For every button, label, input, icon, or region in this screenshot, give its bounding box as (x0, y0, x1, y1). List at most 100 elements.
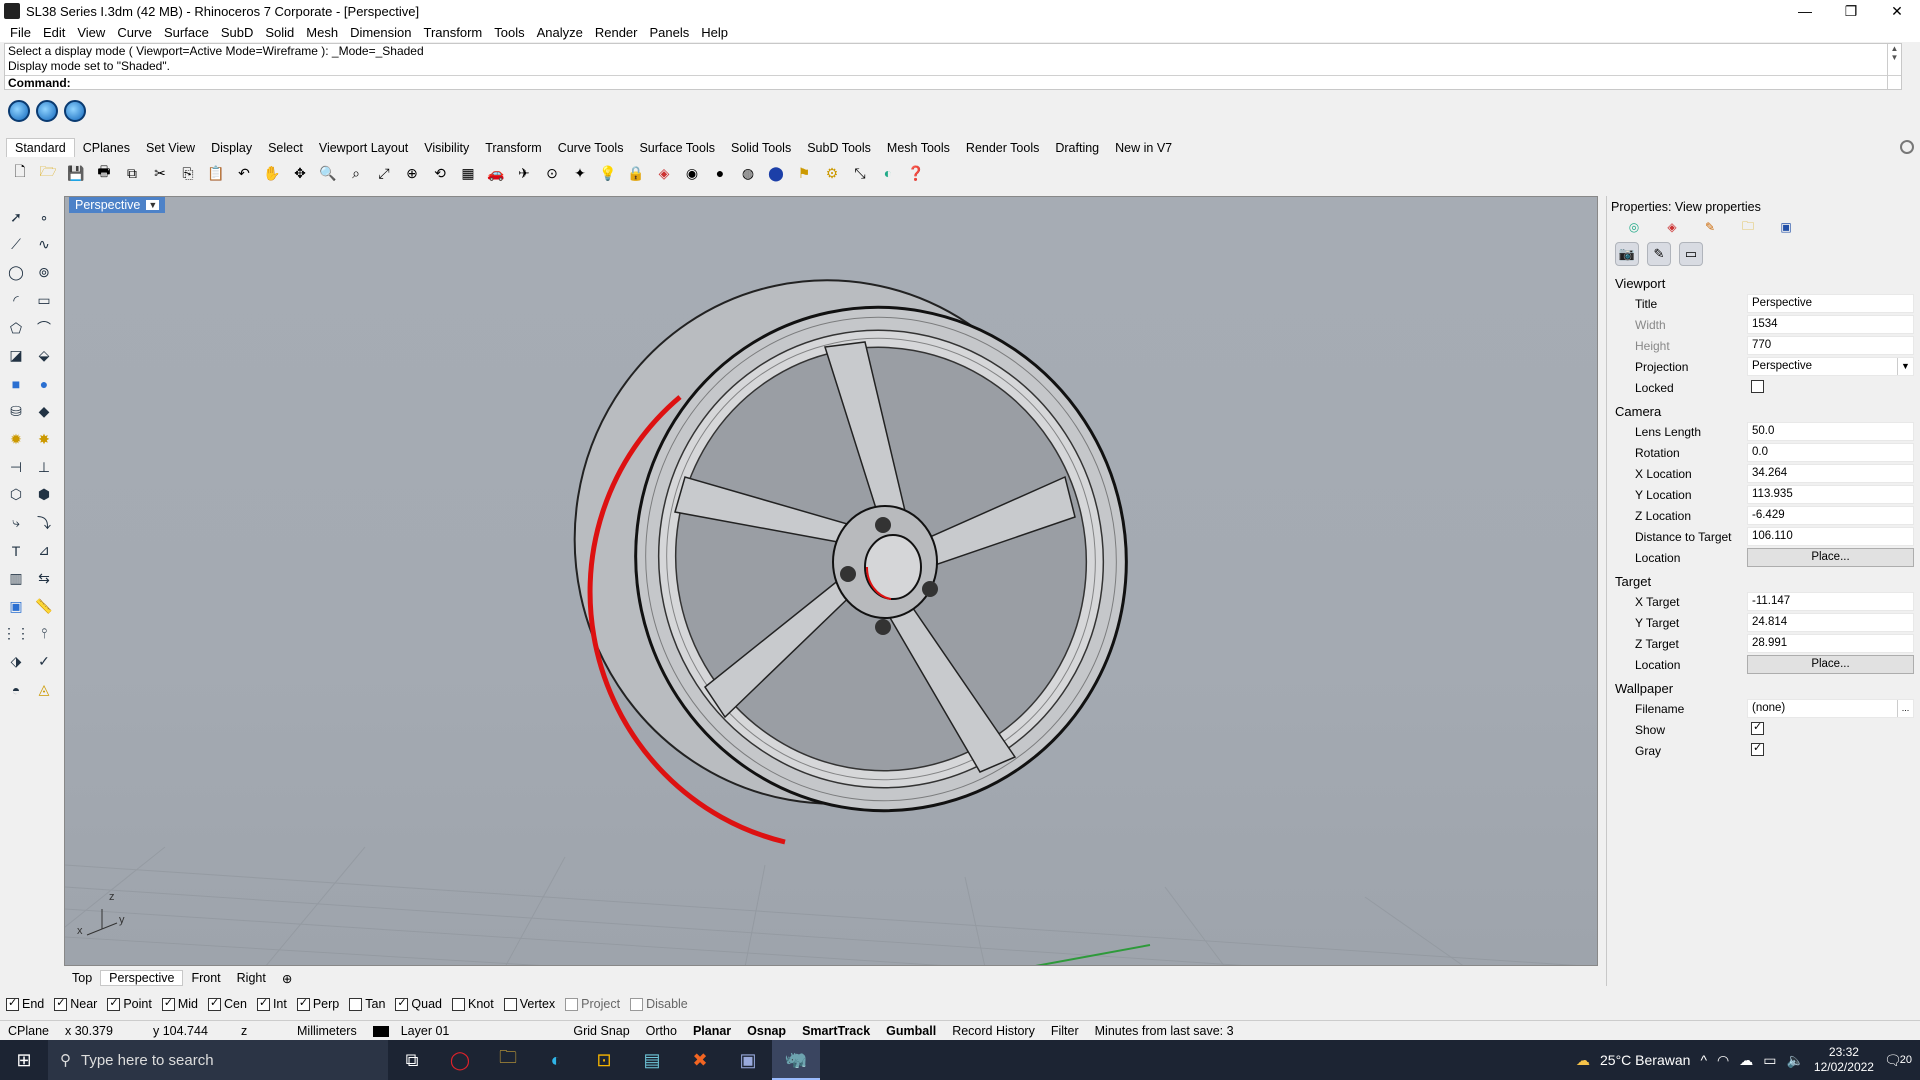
minimize-button[interactable]: — (1782, 0, 1828, 22)
light-icon[interactable]: 💡 (596, 161, 620, 185)
zoom-selected-icon[interactable]: ⊕ (400, 161, 424, 185)
browse-button[interactable]: ... (1897, 700, 1913, 717)
fillet-icon[interactable]: ⤷ (4, 511, 28, 535)
close-button[interactable]: ✕ (1874, 0, 1920, 22)
solid-box-icon[interactable]: ▣ (4, 594, 28, 618)
osnap-checkbox[interactable] (349, 997, 363, 1011)
viewport-tab-front[interactable]: Front (183, 971, 228, 985)
osnap-checkbox[interactable] (503, 997, 517, 1011)
tab-standard[interactable]: Standard (6, 138, 75, 157)
osnap-project[interactable]: Project (565, 997, 620, 1011)
render-settings-icon[interactable]: ✎ (1647, 242, 1671, 266)
zoom-icon[interactable]: 🔍 (316, 161, 340, 185)
ungroup-icon[interactable]: ⬢ (32, 483, 56, 507)
trim-icon[interactable]: ⊣ (4, 455, 28, 479)
point-tool-icon[interactable]: ∘ (32, 205, 56, 229)
osnap-near[interactable]: Near (54, 996, 97, 1011)
pan-hand-icon[interactable]: ✋ (260, 161, 284, 185)
help-icon[interactable]: ❓ (904, 161, 928, 185)
tab-drafting[interactable]: Drafting (1047, 139, 1107, 157)
mesh-icon[interactable]: ◆ (32, 400, 56, 424)
viewport-title-tab[interactable]: Perspective ▼ (69, 197, 166, 213)
task-view-icon[interactable]: ⧉ (388, 1040, 436, 1080)
gumball-toggle[interactable]: Gumball (878, 1024, 944, 1038)
osnap-checkbox[interactable] (107, 996, 121, 1011)
paste-icon[interactable]: 📋 (204, 161, 228, 185)
y-target-field[interactable]: 24.814 (1747, 613, 1914, 632)
osnap-int[interactable]: Int (256, 996, 287, 1011)
refresh-icon[interactable] (8, 100, 30, 122)
chevron-down-icon[interactable]: ▼ (1897, 358, 1913, 375)
xampp-icon[interactable]: ✖ (676, 1040, 724, 1080)
folder-tab-icon[interactable]: 🗀 (1739, 218, 1757, 236)
move-view-icon[interactable]: ✥ (288, 161, 312, 185)
osnap-vertex[interactable]: Vertex (503, 997, 555, 1011)
tab-set-view[interactable]: Set View (138, 139, 203, 157)
file-explorer-icon[interactable]: 🗀 (484, 1040, 532, 1080)
open-folder-icon[interactable]: 🗁 (36, 161, 60, 185)
text-icon[interactable]: T (4, 539, 28, 563)
viewport-page-icon[interactable]: ▭ (1679, 242, 1703, 266)
osnap-perp[interactable]: Perp (296, 996, 339, 1011)
z-target-field[interactable]: 28.991 (1747, 634, 1914, 653)
title-field[interactable]: Perspective (1747, 294, 1914, 313)
update-icon[interactable] (64, 100, 86, 122)
snap-icon[interactable]: ⫯ (32, 622, 56, 646)
gear-icon[interactable] (1900, 140, 1914, 154)
print-icon[interactable]: 🖶 (92, 161, 116, 185)
dimension-tool-icon[interactable]: ⊿ (32, 539, 56, 563)
explode-icon[interactable]: ✸ (32, 427, 56, 451)
layer-status[interactable]: Layer 01 (365, 1024, 466, 1038)
box-icon[interactable]: ■ (4, 372, 28, 396)
tab-subd-tools[interactable]: SubD Tools (799, 139, 879, 157)
select-arrow-icon[interactable]: ➚ (4, 205, 28, 229)
ruler-icon[interactable]: 📏 (32, 594, 56, 618)
material-tool-icon[interactable]: ◬ (32, 678, 56, 702)
cylinder-icon[interactable]: ⛁ (4, 400, 28, 424)
osnap-tan[interactable]: Tan (349, 997, 385, 1011)
rotation-field[interactable]: 0.0 (1747, 443, 1914, 462)
menu-edit[interactable]: Edit (37, 25, 71, 40)
chevron-up-icon[interactable]: ^ (1700, 1052, 1707, 1068)
lock-icon[interactable]: 🔒 (624, 161, 648, 185)
grid-array-icon[interactable]: ⋮⋮ (2, 622, 30, 646)
clock[interactable]: 23:32 12/02/2022 (1814, 1045, 1874, 1075)
osnap-checkbox[interactable] (208, 996, 221, 1011)
tab-select[interactable]: Select (260, 139, 311, 157)
globe-icon[interactable]: ◐ (876, 161, 900, 185)
app-window-icon[interactable]: ▣ (724, 1040, 772, 1080)
environment-sphere-icon[interactable]: ⬤ (764, 161, 788, 185)
analyze-icon[interactable]: ⬗ (4, 650, 28, 674)
offset-icon[interactable]: ⤵ (32, 511, 56, 535)
grid-snap-toggle[interactable]: Grid Snap (565, 1024, 637, 1038)
cut-icon[interactable]: ✂ (148, 161, 172, 185)
menu-transform[interactable]: Transform (417, 25, 488, 40)
tab-render-tools[interactable]: Render Tools (958, 139, 1047, 157)
weather-icon[interactable]: ☁ (1576, 1052, 1590, 1069)
restore-button[interactable]: ❐ (1828, 0, 1874, 22)
osnap-checkbox[interactable] (54, 996, 68, 1011)
osnap-cen[interactable]: Cen (208, 996, 247, 1011)
rotate-view-icon[interactable]: ⟲ (428, 161, 452, 185)
command-scrollbar[interactable]: ▲ ▼ (1887, 44, 1901, 89)
circle-icon[interactable]: ◯ (4, 261, 28, 285)
network-icon[interactable]: ◠ (1717, 1052, 1729, 1069)
tab-new-in-v7[interactable]: New in V7 (1107, 139, 1180, 157)
tab-viewport-layout[interactable]: Viewport Layout (311, 139, 416, 157)
menu-help[interactable]: Help (695, 25, 734, 40)
car-icon[interactable]: 🚗 (484, 161, 508, 185)
tab-solid-tools[interactable]: Solid Tools (723, 139, 799, 157)
planar-toggle[interactable]: Planar (685, 1024, 739, 1038)
show-checkbox[interactable] (1751, 720, 1764, 735)
menu-dimension[interactable]: Dimension (344, 25, 417, 40)
viewport-tab-perspective[interactable]: Perspective (100, 970, 184, 986)
units-status[interactable]: Millimeters (289, 1024, 365, 1038)
cplane-status[interactable]: CPlane (0, 1024, 57, 1038)
extrude-icon[interactable]: ⬙ (32, 344, 56, 368)
export-icon[interactable]: ⧉ (120, 161, 144, 185)
properties-icon[interactable]: ⚑ (792, 161, 816, 185)
edge-icon[interactable]: ◐ (532, 1040, 580, 1080)
menu-curve[interactable]: Curve (111, 25, 158, 40)
menu-analyze[interactable]: Analyze (531, 25, 589, 40)
tab-transform[interactable]: Transform (477, 139, 550, 157)
